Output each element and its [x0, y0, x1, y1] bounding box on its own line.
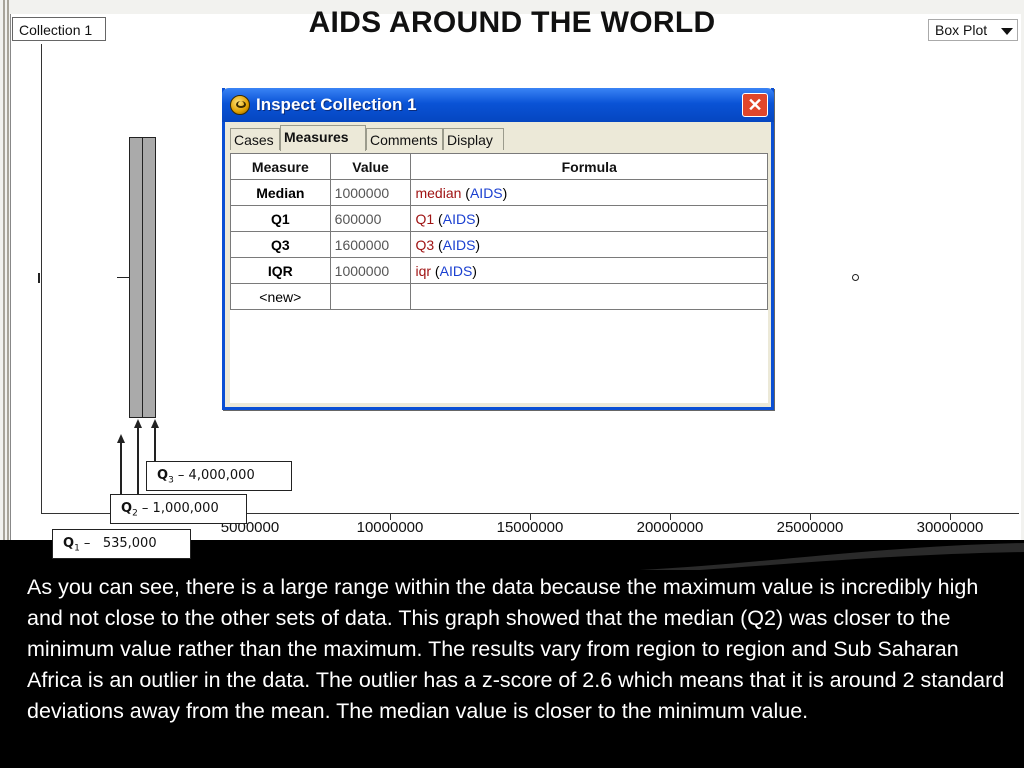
measure-name[interactable]: IQR: [230, 257, 331, 284]
x-tick-label: 25000000: [776, 519, 844, 536]
formula-paren: ): [475, 236, 481, 253]
measures-grid: Measure Value Formula Median 1000000 med…: [230, 153, 768, 403]
fathom-app-icon: [230, 95, 250, 115]
q1-value: – 535,000: [79, 536, 157, 551]
formula-paren: (: [431, 262, 440, 279]
axis-origin-mark: [38, 273, 40, 283]
q2-arrow-head: [134, 419, 142, 428]
table-row[interactable]: Q3 1600000 Q3 (AIDS): [230, 231, 768, 258]
q2-arrow: [137, 428, 139, 496]
measure-formula[interactable]: iqr (AIDS): [410, 257, 768, 284]
column-header-value[interactable]: Value: [329, 153, 412, 180]
measure-value: 600000: [329, 205, 412, 232]
tab-measures[interactable]: Measures: [280, 125, 366, 151]
new-measure-formula[interactable]: [410, 283, 768, 310]
slide-caption: As you can see, there is a large range w…: [27, 575, 1005, 723]
q3-value: – 4,000,000: [173, 468, 255, 483]
close-button[interactable]: ✕: [742, 93, 768, 117]
column-header-formula[interactable]: Formula: [410, 153, 768, 180]
tab-comments[interactable]: Comments: [366, 128, 443, 150]
inspect-collection-dialog: Inspect Collection 1 ✕ Cases Measures Co…: [222, 88, 774, 410]
tab-cases[interactable]: Cases: [230, 128, 280, 150]
table-row[interactable]: Median 1000000 median (AIDS): [230, 179, 768, 206]
table-row[interactable]: Q1 600000 Q1 (AIDS): [230, 205, 768, 232]
x-tick-label: 15000000: [496, 519, 564, 536]
formula-function: Q3: [415, 236, 435, 253]
new-measure-cell[interactable]: <new>: [230, 283, 331, 310]
formula-argument: AIDS: [442, 236, 476, 253]
measure-name[interactable]: Q3: [230, 231, 331, 258]
outlier-point: [852, 274, 859, 281]
formula-paren: ): [502, 184, 508, 201]
formula-function: iqr: [415, 262, 432, 279]
formula-paren: (: [434, 236, 443, 253]
x-tick-label: 30000000: [916, 519, 984, 536]
q3-arrow-head: [151, 419, 159, 428]
q1-arrow-head: [117, 434, 125, 443]
q1-arrow: [120, 443, 122, 499]
measure-formula[interactable]: Q3 (AIDS): [410, 231, 768, 258]
q-letter: Q: [121, 501, 133, 516]
q-letter: Q: [63, 536, 75, 551]
slide-title: AIDS AROUND THE WORLD: [308, 6, 716, 39]
new-measure-row[interactable]: <new>: [230, 283, 768, 310]
measure-formula[interactable]: Q1 (AIDS): [410, 205, 768, 232]
q3-annotation: Q3 – 4,000,000: [146, 461, 292, 491]
table-row[interactable]: IQR 1000000 iqr (AIDS): [230, 257, 768, 284]
formula-paren: (: [434, 210, 443, 227]
formula-function: Q1: [415, 210, 435, 227]
formula-argument: AIDS: [469, 184, 503, 201]
formula-function: median: [415, 184, 462, 201]
formula-argument: AIDS: [442, 210, 476, 227]
window-edge: [3, 0, 5, 540]
q-letter: Q: [157, 468, 169, 483]
header-row: Measure Value Formula: [230, 153, 768, 180]
q2-annotation: Q2 – 1,000,000: [110, 494, 247, 524]
window-edge: [7, 0, 9, 540]
new-measure-value: [329, 283, 412, 310]
x-tick-label: 10000000: [356, 519, 424, 536]
box-lower-half: [129, 137, 143, 418]
box-upper-half: [142, 137, 156, 418]
measure-value: 1600000: [329, 231, 412, 258]
measure-name[interactable]: Q1: [230, 205, 331, 232]
column-header-measure[interactable]: Measure: [230, 153, 331, 180]
q3-arrow: [154, 428, 156, 463]
formula-paren: ): [472, 262, 477, 279]
formula-paren: ): [475, 210, 481, 227]
screenshot-area: 5000000 10000000 15000000 20000000 25000…: [0, 0, 1024, 540]
tab-display[interactable]: Display: [443, 128, 504, 150]
q2-value: – 1,000,000: [137, 501, 219, 516]
formula-paren: (: [461, 184, 470, 201]
dialog-title: Inspect Collection 1: [256, 95, 417, 114]
measure-formula[interactable]: median (AIDS): [410, 179, 768, 206]
measure-value: 1000000: [329, 257, 412, 284]
dialog-titlebar[interactable]: Inspect Collection 1 ✕: [222, 88, 774, 122]
x-tick-label: 20000000: [636, 519, 704, 536]
measure-value: 1000000: [329, 179, 412, 206]
formula-argument: AIDS: [439, 262, 473, 279]
measure-name[interactable]: Median: [230, 179, 331, 206]
q1-annotation: Q1 – 535,000: [52, 529, 191, 559]
